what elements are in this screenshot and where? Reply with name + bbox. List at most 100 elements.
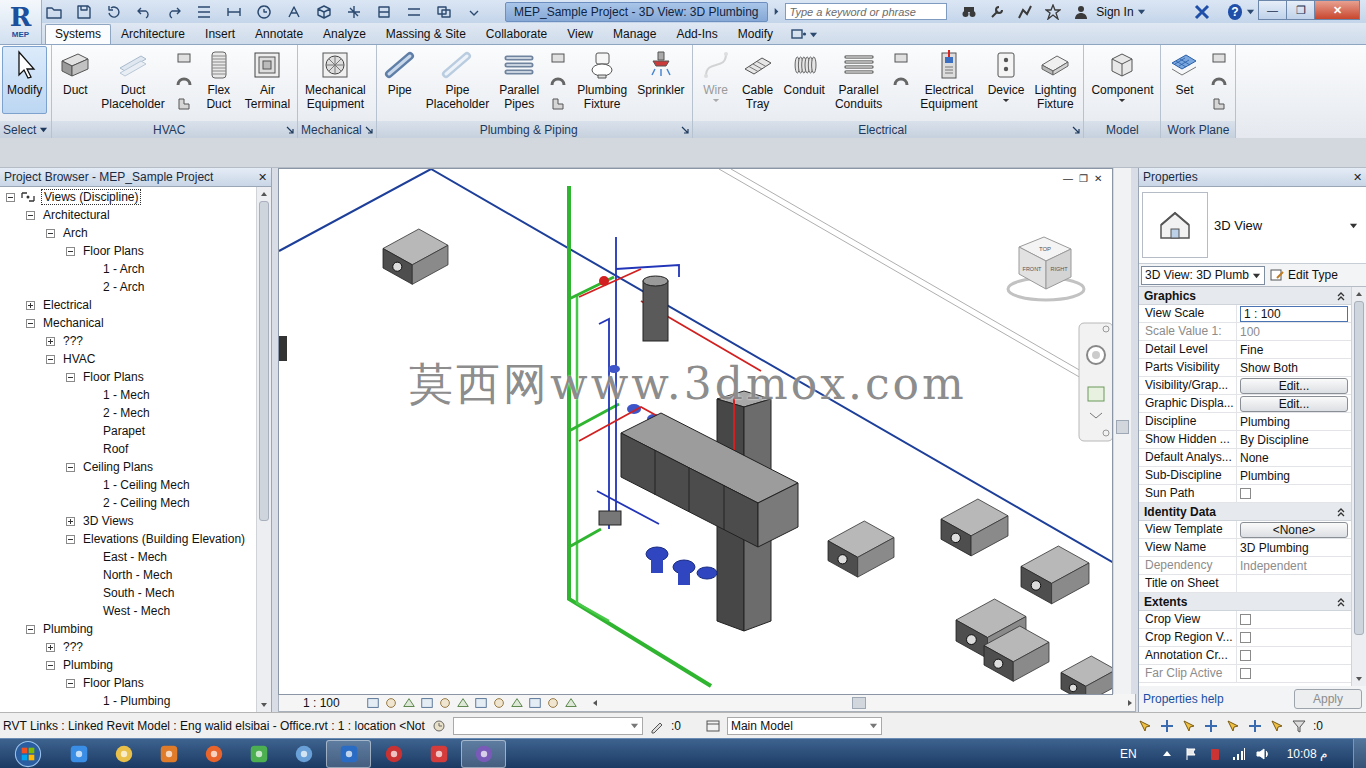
tree-item[interactable]: 2 - Arch (0, 278, 256, 296)
tree-item[interactable]: Plumbing (0, 656, 256, 674)
selection-option-icon[interactable] (1203, 718, 1219, 734)
filter-icon[interactable] (1291, 718, 1307, 734)
detail-icon[interactable] (376, 4, 392, 20)
expand-icon[interactable] (46, 643, 55, 652)
tree-item[interactable]: Mechanical (0, 314, 256, 332)
ribbon-tool[interactable]: Plumbing Fixture (572, 46, 632, 114)
expand-icon[interactable] (46, 337, 55, 346)
tray-icon[interactable] (1159, 746, 1175, 762)
ribbon-tab[interactable]: Analyze (313, 24, 376, 44)
small-tool-icon[interactable] (1211, 73, 1227, 89)
tree-item[interactable]: Architectural (0, 206, 256, 224)
view-control-icon[interactable] (528, 696, 542, 710)
ribbon-tab[interactable]: Massing & Site (376, 24, 476, 44)
tree-item[interactable]: ??? (0, 332, 256, 350)
small-tool-icon[interactable] (893, 50, 909, 66)
selection-option-icon[interactable] (1225, 718, 1241, 734)
tree-item[interactable]: Views (Discipline) (0, 188, 256, 206)
air-terminal-box[interactable] (941, 499, 1008, 556)
tray-icon[interactable] (1231, 746, 1247, 762)
editing-requests-icon[interactable] (649, 718, 665, 734)
align-icon[interactable] (196, 4, 212, 20)
air-terminal-box[interactable] (984, 626, 1049, 681)
spot-icon[interactable] (256, 4, 272, 20)
property-value[interactable]: Fine (1237, 341, 1351, 358)
dialog-launcher-icon[interactable] (1072, 126, 1080, 134)
property-value[interactable]: Edit... (1237, 395, 1351, 412)
tree-item[interactable]: East - Mech (0, 548, 256, 566)
ribbon-tool[interactable]: Device (983, 46, 1030, 114)
ribbon-tool[interactable]: Lighting Fixture (1029, 46, 1081, 114)
view-control-icon[interactable] (402, 696, 416, 710)
expand-icon[interactable] (66, 517, 75, 526)
redo-icon[interactable] (166, 4, 182, 20)
property-value[interactable] (1237, 485, 1351, 502)
property-value[interactable]: Edit... (1237, 377, 1351, 394)
scroll-up-icon[interactable] (1354, 289, 1364, 299)
air-terminal-box[interactable] (1021, 546, 1089, 604)
property-value[interactable]: 3D Plumbing (1237, 539, 1351, 556)
air-terminal-box[interactable] (1061, 656, 1113, 695)
save-icon[interactable] (76, 4, 92, 20)
ribbon-tab[interactable]: Architecture (111, 24, 195, 44)
tray-icon[interactable] (1183, 746, 1199, 762)
tree-item[interactable]: 2 - Mech (0, 404, 256, 422)
taskbar-app[interactable] (236, 740, 281, 768)
close-button[interactable]: ✕ (1353, 171, 1362, 184)
collapse-icon[interactable] (46, 661, 55, 670)
ribbon-tool[interactable]: Flex Duct (198, 46, 240, 114)
view-control-icon[interactable] (438, 696, 452, 710)
scroll-down-icon[interactable] (259, 700, 269, 710)
tree-item[interactable]: 3D Views (0, 512, 256, 530)
property-button[interactable]: Edit... (1240, 378, 1348, 394)
scroll-right-icon[interactable] (1125, 698, 1135, 708)
tree-item[interactable]: West - Mech (0, 602, 256, 620)
tree-item[interactable]: 2 - Ceiling Mech (0, 494, 256, 512)
tree-item[interactable]: Roof (0, 440, 256, 458)
cube-icon[interactable] (316, 4, 332, 20)
ribbon-tool[interactable]: Duct (54, 46, 96, 114)
tree-item[interactable]: Elevations (Building Elevation) (0, 530, 256, 548)
3d-canvas[interactable]: TOPFRONTRIGHT—❐✕莫西网www.3dmox.com (278, 168, 1113, 695)
air-handling-unit[interactable] (621, 391, 798, 631)
small-tool-icon[interactable] (176, 50, 192, 66)
selection-option-icon[interactable] (1181, 718, 1197, 734)
collapse-icon[interactable] (6, 193, 15, 202)
start-button[interactable] (0, 739, 56, 768)
expand-arrow-icon[interactable] (772, 7, 781, 16)
view-control-icon[interactable] (564, 696, 578, 710)
small-tool-icon[interactable] (176, 96, 192, 112)
view-control-button[interactable]: ❐ (1079, 173, 1088, 184)
collapse-icon[interactable] (1336, 597, 1346, 607)
binoculars-icon[interactable] (961, 4, 977, 20)
ribbon-tool[interactable]: Pipe Placeholder (421, 46, 494, 114)
customize-icon[interactable] (466, 4, 482, 20)
ribbon-tool[interactable]: Duct Placeholder (96, 46, 169, 114)
tree-item[interactable]: 1 - Mech (0, 386, 256, 404)
property-value[interactable]: By Discipline (1237, 431, 1351, 448)
ribbon-tab[interactable]: View (557, 24, 603, 44)
scrollbar[interactable] (1351, 287, 1366, 686)
ribbon-tool[interactable]: Component (1086, 46, 1158, 114)
star-icon[interactable] (1045, 4, 1061, 20)
water-heater[interactable] (643, 276, 668, 341)
section-icon[interactable] (346, 4, 362, 20)
ribbon-tool[interactable]: Air Terminal (240, 46, 295, 114)
ribbon-tab[interactable]: Add-Ins (666, 24, 727, 44)
taskbar-app[interactable] (281, 740, 326, 768)
ribbon-tab[interactable]: Manage (603, 24, 666, 44)
tree-item[interactable]: Electrical (0, 296, 256, 314)
design-options-icon[interactable] (705, 718, 721, 734)
tree-item[interactable]: Plumbing (0, 620, 256, 638)
expand-icon[interactable] (26, 301, 35, 310)
scroll-thumb[interactable] (852, 697, 866, 709)
tree-item[interactable]: Arch (0, 224, 256, 242)
taskbar-app[interactable] (326, 740, 371, 768)
scroll-thumb[interactable] (1354, 301, 1364, 635)
ribbon-tool[interactable]: Cable Tray (737, 46, 779, 114)
view-control-icon[interactable] (546, 696, 560, 710)
air-terminal-box[interactable] (828, 521, 894, 577)
small-tool-icon[interactable] (1211, 50, 1227, 66)
collapse-icon[interactable] (1336, 507, 1346, 517)
property-value[interactable]: 1 : 100 (1237, 305, 1351, 322)
